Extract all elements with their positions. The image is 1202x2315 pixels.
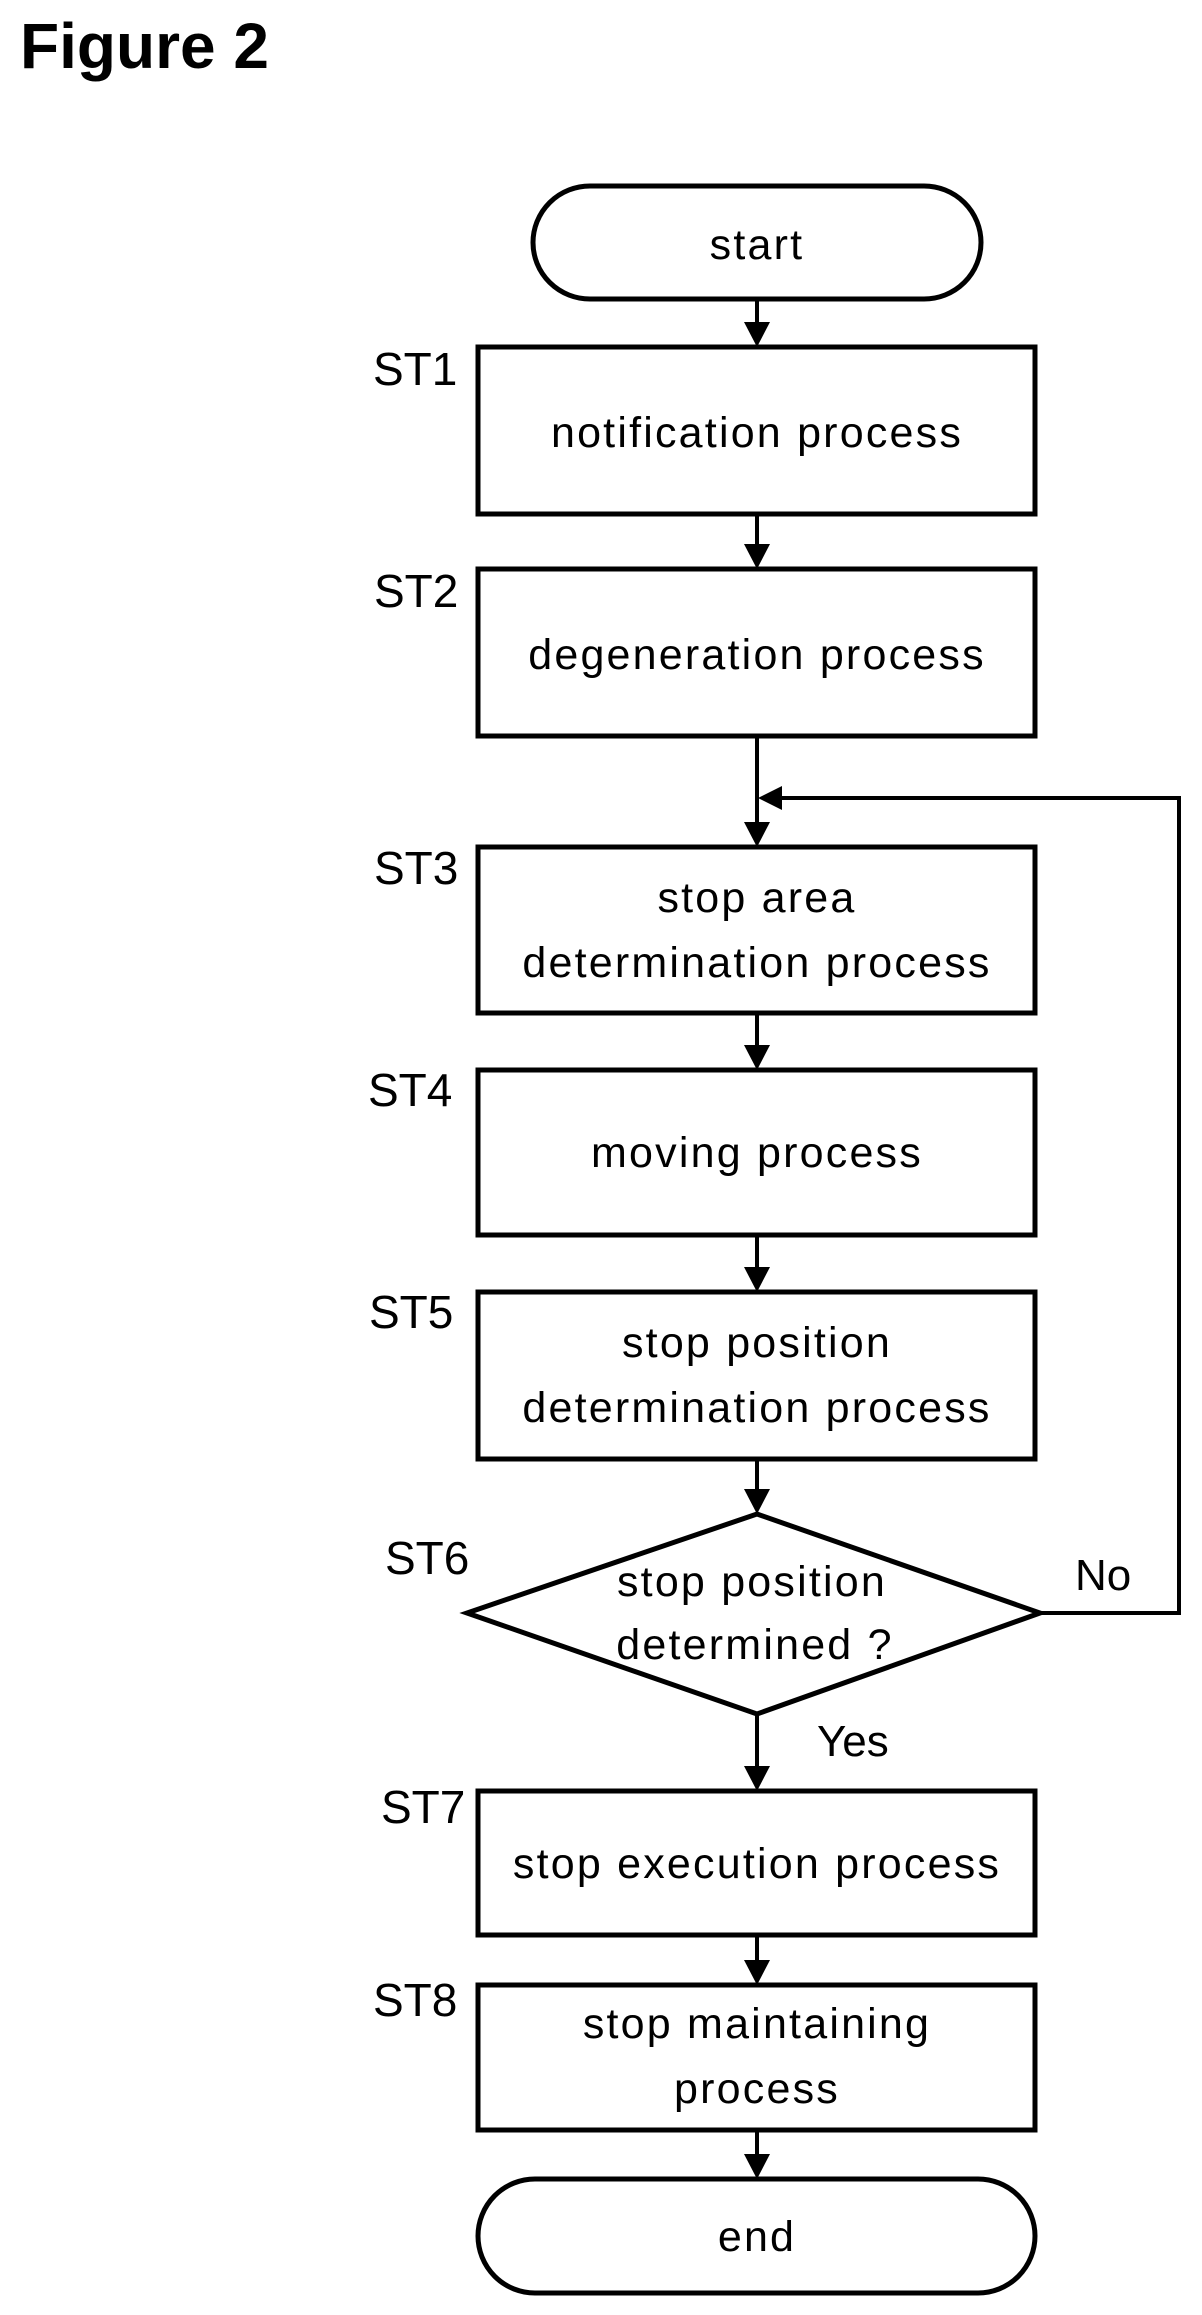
- step-id-label: ST8: [373, 1974, 457, 2026]
- step-st5: ST5 stop position determination process: [369, 1286, 1038, 1462]
- branch-no-label: No: [1075, 1551, 1131, 1600]
- arrowhead-left-icon: [758, 786, 782, 810]
- step-st1: ST1 notification process: [373, 343, 1038, 517]
- step-id-label: ST6: [385, 1532, 469, 1584]
- process-box: [475, 1289, 1038, 1462]
- arrow-st8-to-end: [744, 2130, 770, 2179]
- arrow-st4-to-st5: [744, 1235, 770, 1292]
- decision-text-line-2: determined ?: [616, 1621, 893, 1669]
- process-text: notification process: [551, 409, 963, 457]
- process-text: moving process: [591, 1129, 923, 1177]
- arrow-st5-to-st6: [744, 1459, 770, 1514]
- arrow-st2-to-st3: [744, 736, 770, 847]
- process-box: [475, 844, 1038, 1016]
- step-id-label: ST1: [373, 343, 457, 395]
- arrowhead-down-icon: [744, 822, 770, 847]
- arrowhead-down-icon: [744, 544, 770, 569]
- branch-yes-label: Yes: [817, 1717, 889, 1766]
- arrowhead-down-icon: [744, 2154, 770, 2179]
- process-text-line-1: stop position: [622, 1319, 892, 1367]
- step-id-label: ST3: [374, 842, 458, 894]
- step-id-label: ST7: [381, 1781, 465, 1833]
- arrowhead-down-icon: [744, 1766, 770, 1791]
- step-st7: ST7 stop execution process: [381, 1781, 1038, 1938]
- decision-text-line-1: stop position: [617, 1558, 887, 1606]
- end-terminal: end: [475, 2176, 1038, 2296]
- end-text: end: [718, 2213, 796, 2261]
- process-text-line-2: process: [674, 2065, 840, 2113]
- start-text: start: [710, 221, 805, 269]
- arrow-st1-to-st2: [744, 514, 770, 569]
- step-st3: ST3 stop area determination process: [374, 842, 1038, 1016]
- step-id-label: ST5: [369, 1286, 453, 1338]
- arrowhead-down-icon: [744, 1489, 770, 1514]
- process-text-line-1: stop maintaining: [583, 2000, 931, 2048]
- process-text-line-2: determination process: [522, 939, 991, 987]
- step-st4: ST4 moving process: [368, 1064, 1038, 1238]
- step-id-label: ST2: [374, 565, 458, 617]
- arrowhead-down-icon: [744, 1267, 770, 1292]
- arrow-st6-to-st7: [744, 1714, 770, 1791]
- process-text-line-2: determination process: [522, 1384, 991, 1432]
- arrowhead-down-icon: [744, 322, 770, 347]
- start-terminal: start: [530, 183, 984, 302]
- process-text-line-1: stop area: [657, 874, 856, 922]
- figure-title: Figure 2: [20, 10, 269, 82]
- arrowhead-down-icon: [744, 1045, 770, 1070]
- step-st2: ST2 degeneration process: [374, 565, 1038, 739]
- arrow-start-to-st1: [744, 299, 770, 347]
- process-text: degeneration process: [528, 631, 986, 679]
- arrowhead-down-icon: [744, 1960, 770, 1985]
- step-st6: ST6 stop position determined ?: [385, 1511, 1048, 1717]
- arrow-st7-to-st8: [744, 1935, 770, 1985]
- step-st8: ST8 stop maintaining process: [373, 1974, 1038, 2133]
- arrow-st3-to-st4: [744, 1013, 770, 1070]
- step-id-label: ST4: [368, 1064, 452, 1116]
- flowchart-canvas: Figure 2 start ST1 notification process …: [20, 10, 1181, 2296]
- process-text: stop execution process: [513, 1840, 1001, 1888]
- decision-diamond: [459, 1511, 1048, 1717]
